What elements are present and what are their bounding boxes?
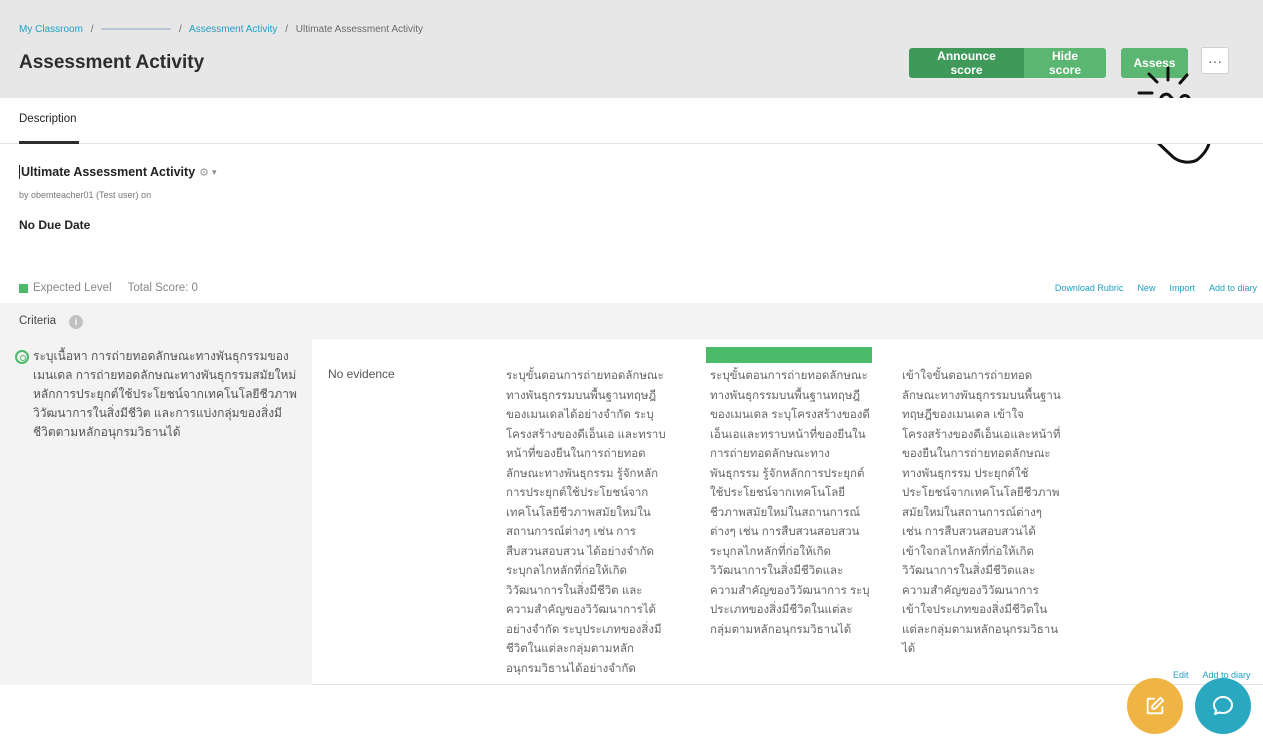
activity-byline: by obemteacher01 (Test user) on — [19, 190, 152, 200]
info-icon[interactable]: i — [69, 315, 83, 329]
criteria-row: ระบุเนื้อหา การถ่ายทอดลักษณะทางพันธุกรรม… — [0, 339, 1263, 685]
edit-link[interactable]: Edit — [1173, 670, 1189, 680]
level-2-text[interactable]: ระบุขั้นตอนการถ่ายทอดลักษณะทางพันธุกรรมบ… — [710, 367, 870, 640]
activity-title-text: Ultimate Assessment Activity — [21, 165, 196, 179]
expected-level-label: Expected Level — [33, 282, 112, 294]
new-link[interactable]: New — [1137, 283, 1155, 293]
breadcrumb-my-classroom[interactable]: My Classroom — [19, 24, 83, 35]
text-cursor — [19, 165, 20, 179]
breadcrumb-current: Ultimate Assessment Activity — [295, 24, 424, 35]
tab-bar: Description — [0, 98, 1263, 144]
breadcrumb: My Classroom / / Assessment Activity / U… — [19, 24, 423, 35]
criteria-label: Criteria — [19, 315, 57, 327]
breadcrumb-assessment-activity[interactable]: Assessment Activity — [189, 24, 277, 35]
page-title: Assessment Activity — [19, 52, 205, 73]
criteria-text: ระบุเนื้อหา การถ่ายทอดลักษณะทางพันธุกรรม… — [33, 349, 297, 439]
due-date: No Due Date — [19, 218, 91, 232]
rubric-actions: Download Rubric New Import Add to diary — [1055, 283, 1257, 293]
chat-bubble-icon — [1213, 696, 1233, 715]
breadcrumb-course-redacted[interactable] — [101, 28, 172, 31]
chat-button[interactable] — [1195, 678, 1251, 734]
activity-title: Ultimate Assessment Activity ⚙ ▾ — [19, 165, 217, 179]
hide-score-button[interactable]: Hide score — [1024, 48, 1106, 78]
level-1-text[interactable]: ระบุขั้นตอนการถ่ายทอดลักษณะทางพันธุกรรมบ… — [506, 367, 666, 679]
criteria-description-cell: ระบุเนื้อหา การถ่ายทอดลักษณะทางพันธุกรรม… — [0, 339, 312, 685]
expected-level-marker — [706, 347, 872, 363]
breadcrumb-separator: / — [285, 24, 288, 35]
score-legend: Expected Level Total Score: 0 — [19, 282, 198, 294]
add-to-diary-link[interactable]: Add to diary — [1209, 283, 1257, 293]
criteria-header: Criteria i — [0, 303, 1263, 339]
expected-level-swatch — [19, 283, 28, 293]
tab-description[interactable]: Description — [19, 113, 77, 125]
pencil-note-icon — [1146, 696, 1165, 715]
row-actions: Edit Add to diary — [1173, 670, 1251, 680]
score-button-group: Announce score Hide score — [909, 48, 1106, 78]
edit-note-button[interactable] — [1127, 678, 1183, 734]
breadcrumb-separator: / — [179, 24, 182, 35]
gear-icon[interactable]: ⚙ — [199, 166, 209, 179]
breadcrumb-separator: / — [90, 24, 94, 35]
active-tab-indicator — [19, 141, 79, 144]
chevron-down-icon[interactable]: ▾ — [212, 167, 217, 178]
download-rubric-link[interactable]: Download Rubric — [1055, 283, 1124, 293]
total-score: Total Score: 0 — [127, 282, 198, 294]
announce-score-button[interactable]: Announce score — [909, 48, 1024, 78]
page-header: My Classroom / / Assessment Activity / U… — [0, 0, 1263, 98]
no-evidence-level[interactable]: No evidence — [328, 367, 395, 381]
level-3-text[interactable]: เข้าใจขั้นตอนการถ่ายทอดลักษณะทางพันธุกรร… — [902, 367, 1062, 660]
import-link[interactable]: Import — [1169, 283, 1195, 293]
target-icon — [15, 350, 29, 364]
